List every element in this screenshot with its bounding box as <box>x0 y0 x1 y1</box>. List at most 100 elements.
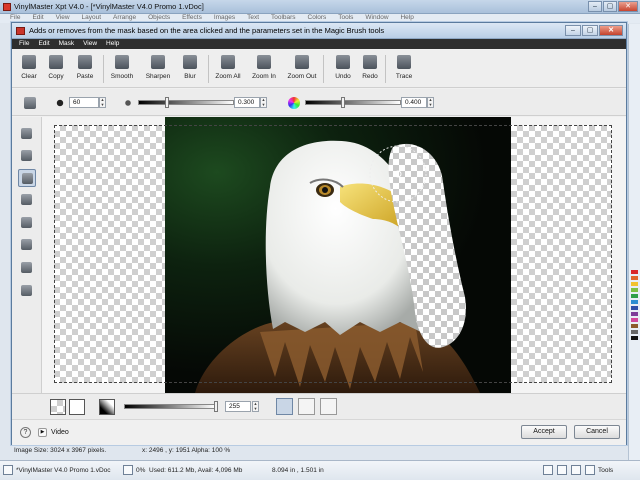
blur-button[interactable]: Blur <box>174 52 206 86</box>
dialog-minimize-button[interactable]: – <box>565 25 581 36</box>
alpha-slider[interactable] <box>124 404 216 409</box>
palette-swatch[interactable] <box>631 324 638 328</box>
app-menu-toolbars[interactable]: Toolbars <box>271 14 296 21</box>
blob-tool[interactable] <box>18 236 36 254</box>
brush-size-input[interactable]: 60 <box>69 97 99 108</box>
palette-swatch[interactable] <box>631 306 638 310</box>
app-menu-objects[interactable]: Objects <box>148 14 170 21</box>
brush-options-bar: 60 ▲ ▼ 0.300 ▲ ▼ 0.400 ▲ ▼ <box>12 89 626 116</box>
app-menu-window[interactable]: Window <box>365 14 388 21</box>
palette-swatch[interactable] <box>631 312 638 316</box>
transparent-background-swatch[interactable] <box>50 399 66 415</box>
palette-swatch[interactable] <box>631 282 638 286</box>
tolerance-slider[interactable] <box>138 100 234 105</box>
alpha-spinner[interactable]: ▲ ▼ <box>252 401 259 412</box>
status-memory-percent: 0% <box>136 467 146 474</box>
cancel-button[interactable]: Cancel <box>574 425 620 439</box>
play-video-icon[interactable]: ▶ <box>38 428 47 437</box>
tolerance-input[interactable]: 0.300 <box>234 97 260 108</box>
app-menu-edit[interactable]: Edit <box>32 14 43 21</box>
palette-swatch[interactable] <box>631 288 638 292</box>
palette-swatch[interactable] <box>631 270 638 274</box>
video-label[interactable]: Video <box>51 429 69 436</box>
trace-icon <box>397 55 411 69</box>
palette-swatch[interactable] <box>631 330 638 334</box>
palette-swatch[interactable] <box>631 276 638 280</box>
gradient-swatch-icon[interactable] <box>99 399 115 415</box>
app-maximize-button[interactable]: ▢ <box>603 1 617 12</box>
view-camera-button[interactable] <box>298 398 315 415</box>
zoom-out-button[interactable]: Zoom Out <box>286 52 318 86</box>
app-menu-colors[interactable]: Colors <box>308 14 327 21</box>
dialog-close-button[interactable]: ✕ <box>599 25 623 36</box>
app-titlebar: VinylMaster Xpt V4.0 - [*VinylMaster V4.… <box>0 0 640 14</box>
app-statusbar: *VinylMaster V4.0 Promo 1.vDoc 0% Used: … <box>0 460 640 480</box>
paste-button[interactable]: Paste <box>69 52 101 86</box>
app-menu-file[interactable]: File <box>10 14 20 21</box>
alpha-input[interactable]: 255 <box>225 401 251 412</box>
view-mask-button[interactable] <box>276 398 293 415</box>
color-tolerance-input[interactable]: 0.400 <box>401 97 427 108</box>
stamp-tool[interactable] <box>18 214 36 232</box>
pattern-tool[interactable] <box>18 282 36 300</box>
app-menu-effects[interactable]: Effects <box>182 14 202 21</box>
image-canvas[interactable] <box>42 117 626 393</box>
guides-icon[interactable] <box>571 465 581 475</box>
app-menu-help[interactable]: Help <box>400 14 413 21</box>
menu-edit[interactable]: Edit <box>38 39 49 49</box>
menu-help[interactable]: Help <box>106 39 119 49</box>
dialog-maximize-button[interactable]: ▢ <box>582 25 598 36</box>
zoom-tool[interactable] <box>18 125 36 143</box>
help-icon[interactable]: ? <box>20 427 31 438</box>
app-minimize-button[interactable]: – <box>588 1 602 12</box>
palette-swatch[interactable] <box>631 300 638 304</box>
tolerance-slider-thumb[interactable] <box>164 97 169 108</box>
app-menu-text[interactable]: Text <box>247 14 259 21</box>
palette-swatch[interactable] <box>631 336 638 340</box>
redo-button[interactable]: Redo <box>354 52 386 86</box>
pattern-icon <box>21 285 32 296</box>
trace-button[interactable]: Trace <box>388 52 420 86</box>
app-menu-view[interactable]: View <box>56 14 70 21</box>
tolerance-spinner[interactable]: ▲ ▼ <box>260 97 267 108</box>
grid-icon[interactable] <box>557 465 567 475</box>
view-split-button[interactable] <box>320 398 337 415</box>
app-close-button[interactable]: ✕ <box>618 1 638 12</box>
app-menu-layout[interactable]: Layout <box>82 14 102 21</box>
paste-icon <box>78 55 92 69</box>
copy-label: Copy <box>48 73 64 80</box>
menu-file[interactable]: File <box>19 39 29 49</box>
fill-tool[interactable] <box>18 147 36 165</box>
smooth-button[interactable]: Smooth <box>106 52 138 86</box>
tools-label[interactable]: Tools <box>598 467 613 474</box>
app-menu-tools[interactable]: Tools <box>338 14 353 21</box>
zoom-in-button[interactable]: Zoom In <box>248 52 280 86</box>
snap-icon[interactable] <box>543 465 553 475</box>
dialog-titlebar: Adds or removes from the mask based on t… <box>12 23 626 39</box>
accept-button[interactable]: Accept <box>521 425 567 439</box>
app-menu-images[interactable]: Images <box>214 14 235 21</box>
zoom-all-button[interactable]: Zoom All <box>212 52 244 86</box>
color-tolerance-slider-thumb[interactable] <box>341 97 346 108</box>
gradient-tool[interactable] <box>18 259 36 277</box>
color-palette-strip <box>628 24 640 460</box>
dialog-menubar: File Edit Mask View Help <box>12 39 626 49</box>
toolbar-separator <box>103 55 104 83</box>
tools-toggle-icon[interactable] <box>585 465 595 475</box>
hand-tool-icon[interactable] <box>24 97 36 109</box>
menu-mask[interactable]: Mask <box>59 39 75 49</box>
eraser-tool[interactable] <box>18 191 36 209</box>
color-tolerance-spinner[interactable]: ▲ ▼ <box>427 97 434 108</box>
palette-swatch[interactable] <box>631 318 638 322</box>
magic-brush-tool[interactable] <box>18 169 36 187</box>
sharpen-button[interactable]: Sharpen <box>142 52 174 86</box>
palette-swatch[interactable] <box>631 294 638 298</box>
white-background-swatch[interactable] <box>69 399 85 415</box>
menu-view[interactable]: View <box>83 39 97 49</box>
color-tolerance-slider[interactable] <box>305 100 401 105</box>
brush-size-spinner[interactable]: ▲ ▼ <box>99 97 106 108</box>
eraser-icon <box>21 194 32 205</box>
copy-button[interactable]: Copy <box>40 52 72 86</box>
alpha-slider-thumb[interactable] <box>214 401 218 412</box>
app-menu-arrange[interactable]: Arrange <box>113 14 136 21</box>
